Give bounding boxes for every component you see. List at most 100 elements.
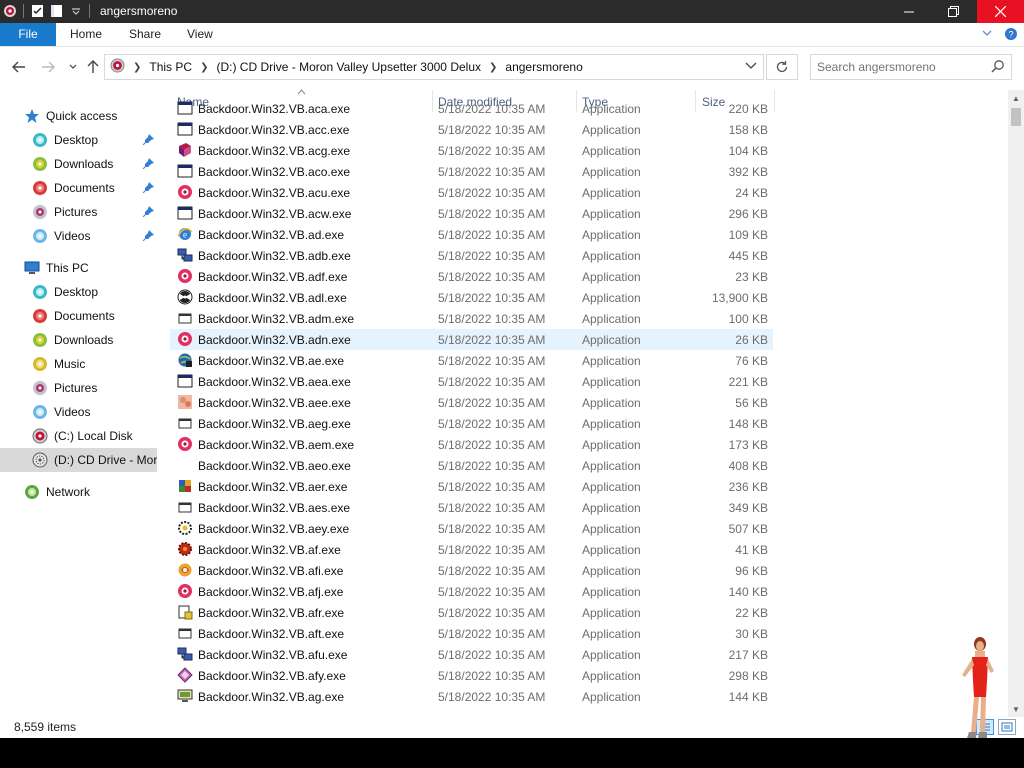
file-row[interactable]: Backdoor.Win32.VB.afy.exe 5/18/2022 10:35…: [170, 665, 773, 686]
file-row[interactable]: Backdoor.Win32.VB.acc.exe 5/18/2022 10:35…: [170, 119, 773, 140]
file-row[interactable]: Backdoor.Win32.VB.aem.exe 5/18/2022 10:35…: [170, 434, 773, 455]
new-folder-icon[interactable]: [49, 3, 64, 18]
file-name: Backdoor.Win32.VB.adf.exe: [198, 270, 348, 284]
file-row[interactable]: Backdoor.Win32.VB.adn.exe 5/18/2022 10:35…: [170, 329, 773, 350]
back-button[interactable]: [9, 57, 29, 77]
file-row[interactable]: Backdoor.Win32.VB.aes.exe 5/18/2022 10:35…: [170, 497, 773, 518]
app-orb-icon[interactable]: [2, 3, 17, 18]
file-type: Application: [582, 123, 641, 137]
nav-item-videos[interactable]: Videos: [0, 400, 157, 424]
nav-item-pictures[interactable]: Pictures: [0, 200, 157, 224]
navigation-pane[interactable]: Quick access Desktop Downloads Documents Pic…: [0, 87, 157, 717]
properties-icon[interactable]: [30, 3, 45, 18]
nav-item-network[interactable]: Network: [0, 480, 157, 504]
nav-item-desktop[interactable]: Desktop: [0, 280, 157, 304]
tab-file[interactable]: File: [0, 23, 56, 46]
file-size: 220 KB: [728, 102, 768, 116]
file-row[interactable]: Backdoor.Win32.VB.acu.exe 5/18/2022 10:35…: [170, 182, 773, 203]
breadcrumb-current-folder[interactable]: angersmoreno: [505, 60, 582, 74]
chevron-right-icon[interactable]: ❯: [133, 62, 141, 73]
file-row[interactable]: Backdoor.Win32.VB.afu.exe 5/18/2022 10:35…: [170, 644, 773, 665]
installer-icon: [177, 604, 193, 620]
vertical-scrollbar[interactable]: ▲ ▼: [1008, 90, 1024, 717]
nav-item-desktop[interactable]: Desktop: [0, 128, 157, 152]
breadcrumb-this-pc[interactable]: This PC: [149, 60, 192, 74]
recent-locations-button[interactable]: [63, 57, 83, 77]
file-row[interactable]: Backdoor.Win32.VB.aca.exe 5/18/2022 10:35…: [170, 98, 773, 119]
nav-item-quick-access[interactable]: Quick access: [0, 104, 157, 128]
file-row[interactable]: Backdoor.Win32.VB.ae.exe 5/18/2022 10:35 …: [170, 350, 773, 371]
file-row[interactable]: Backdoor.Win32.VB.acg.exe 5/18/2022 10:35…: [170, 140, 773, 161]
generic-exe-icon: [177, 310, 193, 326]
file-row[interactable]: Backdoor.Win32.VB.aeg.exe 5/18/2022 10:35…: [170, 413, 773, 434]
nav-item-label: Videos: [54, 405, 91, 419]
column-divider[interactable]: [774, 90, 775, 112]
refresh-button[interactable]: [766, 54, 798, 80]
search-icon[interactable]: [991, 59, 1005, 76]
address-bar[interactable]: ❯ This PC ❯ (D:) CD Drive - Moron Valley…: [104, 54, 764, 80]
file-date-modified: 5/18/2022 10:35 AM: [438, 354, 546, 368]
file-row[interactable]: Backdoor.Win32.VB.aer.exe 5/18/2022 10:35…: [170, 476, 773, 497]
file-row[interactable]: Backdoor.Win32.VB.adl.exe 5/18/2022 10:35…: [170, 287, 773, 308]
nav-item-documents[interactable]: Documents: [0, 176, 157, 200]
tab-share[interactable]: Share: [129, 23, 161, 46]
scrollbar-thumb[interactable]: [1011, 108, 1021, 126]
nav-item-d-cd-drive-moron-valley-upsetter-3000-delux[interactable]: (D:) CD Drive - Moron Valley Upsetter 30…: [0, 448, 157, 472]
tab-home[interactable]: Home: [70, 23, 102, 46]
nav-item-c-local-disk[interactable]: (C:) Local Disk: [0, 424, 157, 448]
file-size: 408 KB: [728, 459, 768, 473]
file-row[interactable]: Backdoor.Win32.VB.afj.exe 5/18/2022 10:35…: [170, 581, 773, 602]
close-button[interactable]: [977, 0, 1024, 23]
expand-ribbon-icon[interactable]: [982, 27, 992, 44]
nav-item-downloads[interactable]: Downloads: [0, 328, 157, 352]
forward-button[interactable]: [38, 57, 58, 77]
file-row[interactable]: Backdoor.Win32.VB.ag.exe 5/18/2022 10:35 …: [170, 686, 773, 707]
nav-item-label: (C:) Local Disk: [54, 429, 133, 443]
customize-toolbar-icon[interactable]: [68, 3, 83, 18]
search-box[interactable]: [810, 54, 1012, 80]
nav-item-pictures[interactable]: Pictures: [0, 376, 157, 400]
nav-item-label: Videos: [54, 229, 91, 243]
file-row[interactable]: Backdoor.Win32.VB.afr.exe 5/18/2022 10:35…: [170, 602, 773, 623]
large-icons-view-button[interactable]: [998, 719, 1016, 735]
nav-item-music[interactable]: Music: [0, 352, 157, 376]
file-list[interactable]: Name Date modified Type Size Backdoor.Wi…: [170, 87, 1010, 717]
file-date-modified: 5/18/2022 10:35 AM: [438, 270, 546, 284]
file-row[interactable]: Backdoor.Win32.VB.acw.exe 5/18/2022 10:35…: [170, 203, 773, 224]
nav-item-this-pc[interactable]: This PC: [0, 256, 157, 280]
address-history-chevron-icon[interactable]: [745, 59, 757, 73]
nav-item-downloads[interactable]: Downloads: [0, 152, 157, 176]
scroll-up-arrow-icon[interactable]: ▲: [1008, 90, 1024, 106]
tab-view[interactable]: View: [187, 23, 213, 46]
nav-item-videos[interactable]: Videos: [0, 224, 157, 248]
minimize-button[interactable]: [886, 0, 931, 23]
svg-text:?: ?: [1008, 30, 1013, 40]
file-row[interactable]: Backdoor.Win32.VB.adm.exe 5/18/2022 10:35…: [170, 308, 773, 329]
file-size: 24 KB: [735, 186, 768, 200]
chevron-right-icon[interactable]: ❯: [489, 62, 497, 73]
scroll-down-arrow-icon[interactable]: ▼: [1008, 701, 1024, 717]
file-row[interactable]: Backdoor.Win32.VB.af.exe 5/18/2022 10:35 …: [170, 539, 773, 560]
file-row[interactable]: e Backdoor.Win32.VB.ad.exe 5/18/2022 10:35…: [170, 224, 773, 245]
breadcrumb-cd-drive[interactable]: (D:) CD Drive - Moron Valley Upsetter 30…: [216, 60, 481, 74]
file-row[interactable]: Backdoor.Win32.VB.aey.exe 5/18/2022 10:35…: [170, 518, 773, 539]
file-row[interactable]: Backdoor.Win32.VB.aea.exe 5/18/2022 10:35…: [170, 371, 773, 392]
search-input[interactable]: [817, 59, 987, 75]
file-row[interactable]: Backdoor.Win32.VB.aft.exe 5/18/2022 10:35…: [170, 623, 773, 644]
file-size: 109 KB: [728, 228, 768, 242]
pictures-icon: [32, 204, 48, 220]
file-row[interactable]: Backdoor.Win32.VB.afi.exe 5/18/2022 10:35…: [170, 560, 773, 581]
file-row[interactable]: Backdoor.Win32.VB.adf.exe 5/18/2022 10:35…: [170, 266, 773, 287]
maximize-button[interactable]: [931, 0, 976, 23]
file-name: Backdoor.Win32.VB.aey.exe: [198, 522, 350, 536]
help-icon[interactable]: ?: [1004, 27, 1018, 44]
up-button[interactable]: [83, 57, 103, 77]
file-row[interactable]: Backdoor.Win32.VB.aeo.exe 5/18/2022 10:35…: [170, 455, 773, 476]
file-row[interactable]: Backdoor.Win32.VB.aee.exe 5/18/2022 10:35…: [170, 392, 773, 413]
network-icon: [24, 484, 40, 500]
chevron-right-icon[interactable]: ❯: [200, 62, 208, 73]
nav-item-documents[interactable]: Documents: [0, 304, 157, 328]
desktop-mascot-figure[interactable]: [954, 635, 1000, 741]
file-row[interactable]: Backdoor.Win32.VB.aco.exe 5/18/2022 10:35…: [170, 161, 773, 182]
file-row[interactable]: Backdoor.Win32.VB.adb.exe 5/18/2022 10:35…: [170, 245, 773, 266]
